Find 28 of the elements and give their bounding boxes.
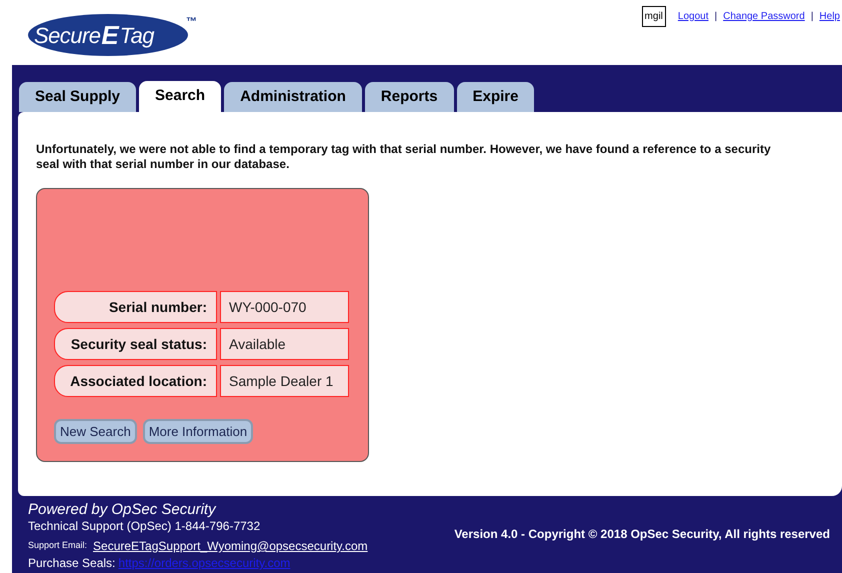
version-text: Version 4.0 - Copyright © 2018 OpSec Security, All rights reserved [454,526,830,543]
trademark: ™ [186,15,197,30]
field-label: Associated location: [54,365,217,397]
field-value: WY-000-070 [220,291,349,323]
tab[interactable]: Search [139,81,222,112]
field-value: Available [220,328,349,360]
field-label: Serial number: [54,291,217,323]
message-text: Unfortunately, we were not able to find a temporary tag with that serial number. However, we have found a reference to a security seal with that serial number in our database. [36,142,772,172]
tab[interactable]: Administration [224,82,362,112]
powered-by-text: Powered by OpSec Security [28,501,218,518]
email-link[interactable]: SecureETagSupport_Wyoming@opsecsecurity.com [93,537,368,555]
action-button[interactable]: New Search [54,419,137,444]
field-label: Security seal status: [54,328,217,360]
action-button[interactable]: More Information [142,419,254,444]
separator: | [810,10,814,24]
separator: | [714,10,718,24]
header-link[interactable]: Logout [678,8,708,24]
email-label: Support Email: [28,539,88,552]
logo: SecureETag [28,14,188,56]
username-box: mgil [642,6,666,26]
header-link[interactable]: Help [819,8,840,24]
tab[interactable]: Seal Supply [19,82,136,112]
header-link[interactable]: Change Password [723,8,805,24]
purchase-label: Purchase Seals: [28,556,116,570]
tech-support-text: Technical Support (OpSec) 1-844-796-7732 [28,519,262,534]
tab[interactable]: Expire [456,82,534,112]
field-value: Sample Dealer 1 [220,365,349,397]
tab[interactable]: Reports [364,82,454,112]
